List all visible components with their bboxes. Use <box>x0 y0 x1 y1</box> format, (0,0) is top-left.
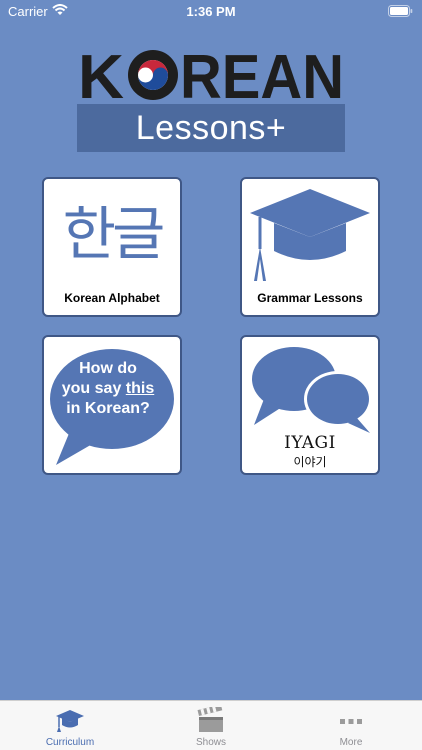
bubble-line-2-start: you say <box>61 380 126 397</box>
status-bar: Carrier 1:36 PM <box>0 0 422 24</box>
lessons-banner: Lessons+ <box>77 104 345 152</box>
bubble-line-3: in Korean? <box>66 400 150 417</box>
grammar-lessons-label: Grammar Lessons <box>257 291 363 305</box>
bubble-line-2: you say this <box>50 379 166 399</box>
tab-curriculum-label: Curriculum <box>45 737 95 748</box>
iyagi-title: IYAGI <box>284 433 336 453</box>
logo-letters-rean: REAN <box>180 44 344 104</box>
iyagi-tile[interactable]: IYAGI 이야기 <box>240 335 380 475</box>
logo-letter-k: K <box>78 44 124 104</box>
tab-shows-label: Shows <box>195 737 226 748</box>
korean-alphabet-tile[interactable]: 한글 Korean Alphabet <box>42 177 182 317</box>
bubble-line-1: How do <box>79 360 137 377</box>
tab-shows[interactable]: Shows <box>141 701 281 750</box>
how-do-you-say-tile[interactable]: How do you say this in Korean? <box>42 335 182 475</box>
grammar-lessons-tile[interactable]: Grammar Lessons <box>240 177 380 317</box>
hangul-icon: 한글 <box>62 200 166 268</box>
iyagi-subtitle: 이야기 <box>293 455 327 469</box>
tab-curriculum[interactable]: Curriculum <box>0 701 140 750</box>
battery-icon <box>388 5 413 17</box>
graduation-cap-icon <box>56 710 84 732</box>
tab-bar: Curriculum Shows More <box>0 700 422 750</box>
clock: 1:36 PM <box>186 4 236 19</box>
tab-more[interactable]: More <box>281 701 421 750</box>
clapperboard-icon <box>197 707 223 732</box>
bubble-text: How do you say this in Korean? <box>50 359 166 419</box>
graduation-cap-icon <box>250 189 370 281</box>
tab-more-label: More <box>339 737 363 748</box>
bubble-line-2-emphasis: this <box>125 380 155 397</box>
more-dots-icon <box>340 719 362 724</box>
korean-alphabet-label: Korean Alphabet <box>64 291 160 305</box>
korean-logo: K REAN <box>78 44 344 104</box>
chat-bubbles-icon <box>252 347 372 433</box>
app-screen: Carrier 1:36 PM K REAN Lessons+ 한글 Korea… <box>0 0 422 750</box>
taegeuk-icon <box>128 50 178 100</box>
